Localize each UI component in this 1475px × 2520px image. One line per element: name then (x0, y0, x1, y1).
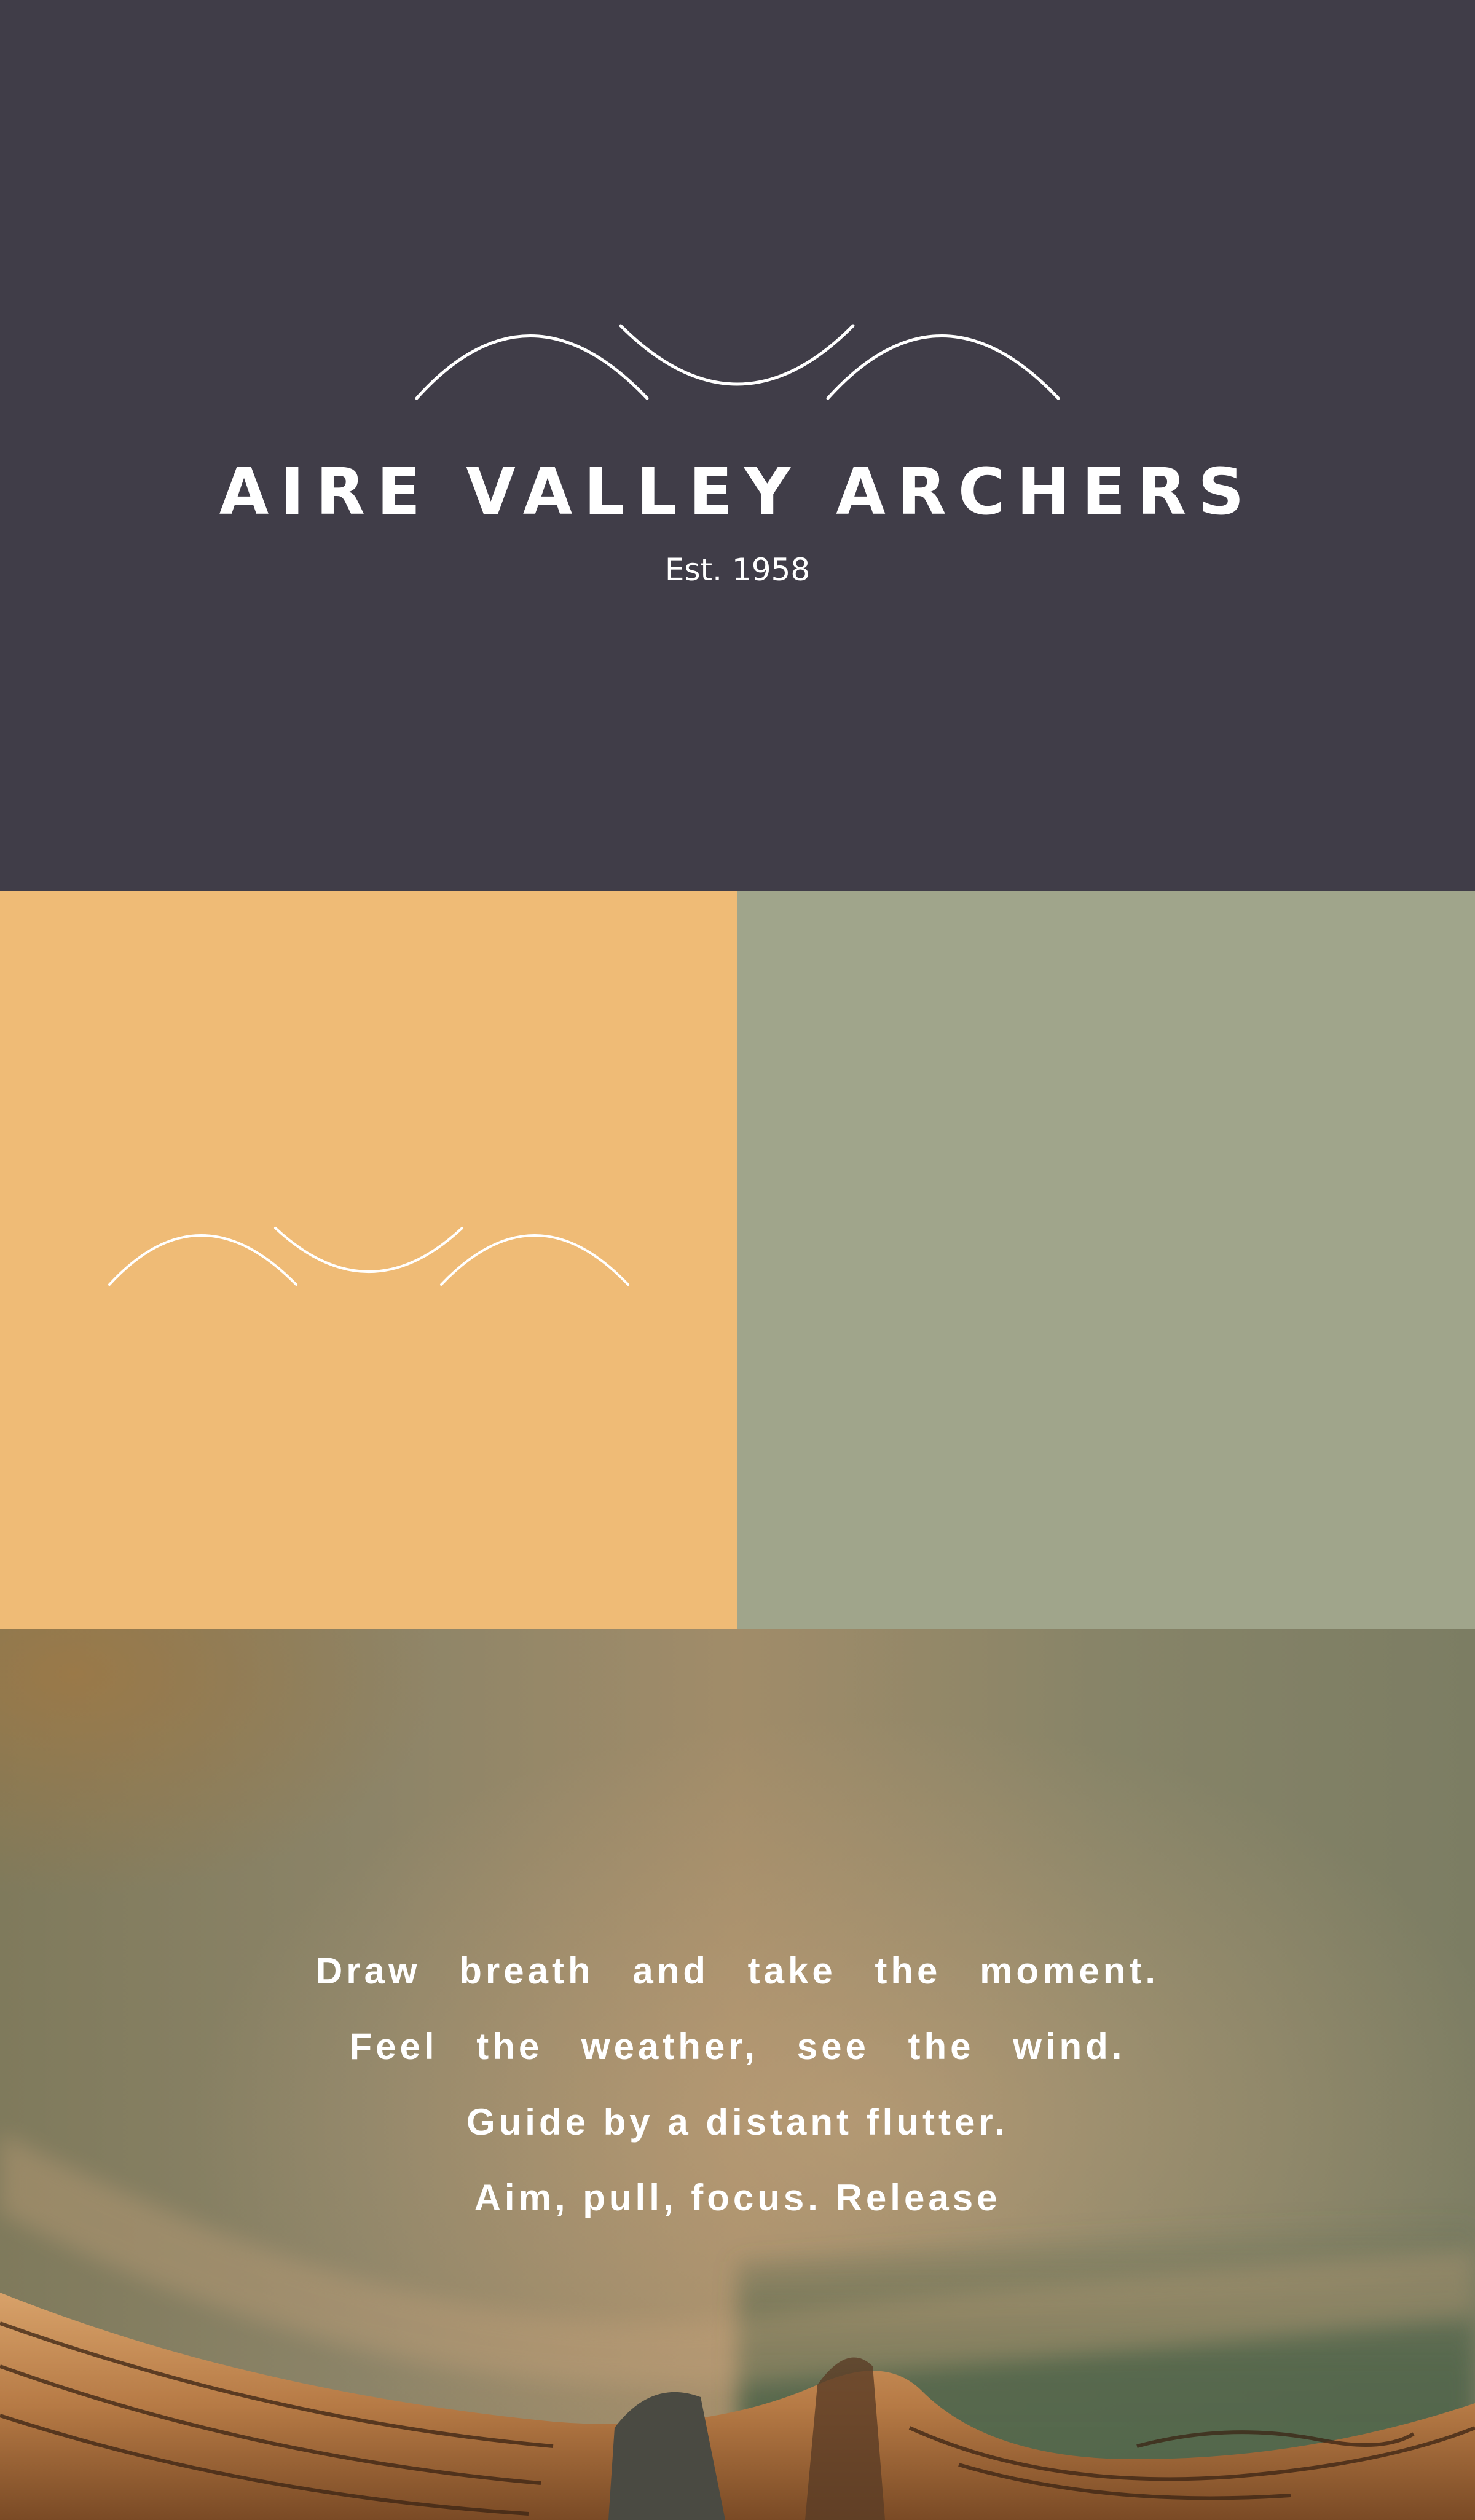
quote-line-1: Draw breath and take the moment. (315, 1950, 1160, 1991)
quote-line-3: Guide by a distant flutter. (466, 2101, 1009, 2143)
quote-line-2: Feel the weather, see the wind. (349, 2026, 1126, 2067)
quote-line-4: Aim, pull, focus. Release (474, 2177, 1001, 2218)
sage-swatch (738, 891, 1475, 1629)
archery-quote: Draw breath and take the moment. Feel th… (0, 1933, 1475, 2235)
bow-arcs-logo-icon (415, 324, 1060, 400)
brand-hero: AIRE VALLEY ARCHERS Est. 1958 (0, 0, 1475, 891)
established-date: Est. 1958 (664, 552, 811, 588)
brand-title: AIRE VALLEY ARCHERS (219, 454, 1256, 529)
wooden-bow-photo: Draw breath and take the moment. Feel th… (0, 1629, 1475, 2520)
bow-arcs-logo-small-icon (108, 1227, 629, 1286)
